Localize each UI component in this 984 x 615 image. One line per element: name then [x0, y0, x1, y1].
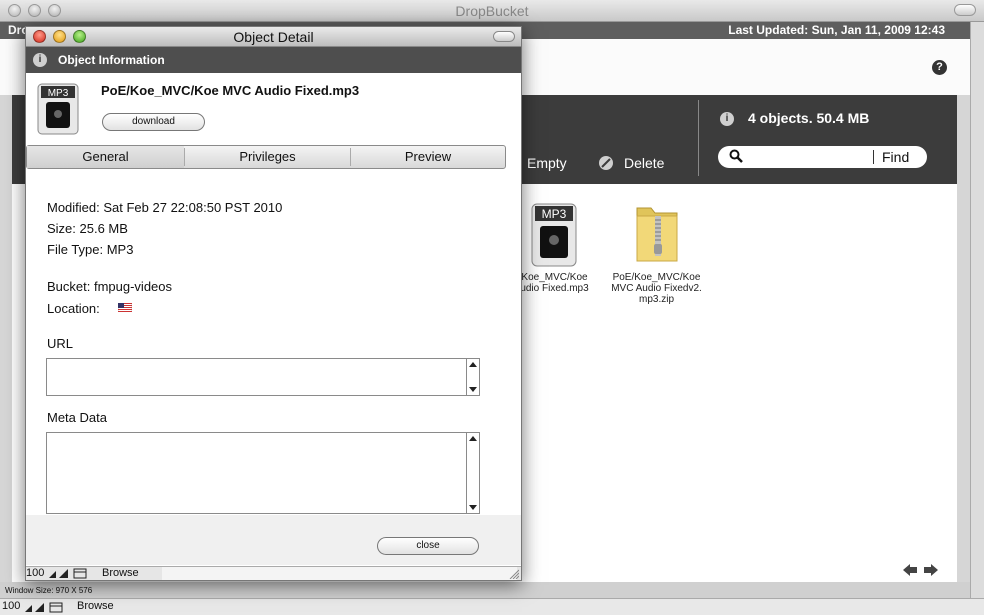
svg-text:MP3: MP3 — [48, 88, 69, 99]
empty-button[interactable]: Empty — [527, 155, 567, 171]
info-icon: i — [33, 53, 47, 67]
bucket-field: Bucket: fmpug-videos — [47, 279, 173, 294]
url-scrollbar[interactable] — [466, 359, 479, 395]
previous-page-icon[interactable] — [902, 563, 918, 577]
main-titlebar: DropBucket — [0, 0, 984, 22]
meta-data-label: Meta Data — [47, 410, 107, 425]
search-box: Find — [718, 146, 927, 168]
main-scrollbar[interactable] — [970, 22, 984, 615]
window-size-label: Window Size: 970 X 576 — [5, 586, 93, 595]
zoom-controls-icon[interactable] — [24, 602, 64, 613]
toolbar-divider — [698, 100, 699, 176]
search-icon — [729, 149, 743, 163]
location-field: Location: — [47, 301, 100, 316]
modified-field: Modified: Sat Feb 27 22:08:50 PST 2010 — [47, 200, 283, 215]
detail-toolbar-toggle[interactable] — [493, 31, 515, 42]
main-statusbar: Window Size: 970 X 576 — [0, 582, 970, 598]
zoom-controls-icon[interactable] — [48, 568, 88, 579]
meta-scrollbar[interactable] — [466, 433, 479, 513]
object-info-title: Object Information — [58, 53, 165, 67]
svg-text:MP3: MP3 — [541, 207, 566, 221]
url-label: URL — [47, 336, 74, 351]
zoom-level[interactable]: 100 — [26, 567, 44, 579]
us-flag-icon — [118, 303, 132, 312]
detail-tabs: General Privileges Preview — [26, 145, 506, 169]
main-toolbar-toggle[interactable] — [954, 4, 976, 16]
zip-file-icon — [636, 207, 677, 262]
delete-icon[interactable] — [598, 155, 614, 171]
detail-titlebar: Object Detail — [26, 27, 521, 47]
close-button[interactable]: close — [377, 537, 479, 555]
mode-label: Browse — [77, 600, 114, 612]
object-count: 4 objects. 50.4 MB — [748, 110, 870, 126]
scroll-down-icon[interactable] — [469, 387, 477, 392]
resize-grip-icon[interactable] — [509, 569, 519, 579]
download-button[interactable]: download — [102, 113, 205, 131]
mp3-file-icon: MP3 — [531, 203, 576, 267]
tab-general[interactable]: General — [27, 146, 184, 168]
mode-label: Browse — [102, 567, 139, 579]
last-updated: Last Updated: Sun, Jan 11, 2009 12:43 — [728, 23, 945, 37]
help-icon[interactable]: ? — [932, 60, 947, 75]
next-page-icon[interactable] — [923, 563, 939, 577]
tab-privileges[interactable]: Privileges — [185, 146, 350, 168]
file-label: PoE/Koe_MVC/Koe MVC Audio Fixedv2. mp3.z… — [611, 272, 702, 305]
meta-data-field[interactable] — [46, 432, 480, 514]
scroll-up-icon[interactable] — [469, 362, 477, 367]
info-icon: i — [720, 112, 734, 126]
scroll-up-icon[interactable] — [469, 436, 477, 441]
size-field: Size: 25.6 MB — [47, 221, 128, 236]
zoom-level[interactable]: 100 — [2, 600, 20, 612]
main-bottombar: 100 Browse — [0, 598, 984, 615]
object-file-name: PoE/Koe_MVC/Koe MVC Audio Fixed.mp3 — [101, 83, 360, 98]
tab-preview[interactable]: Preview — [351, 146, 505, 168]
mp3-file-icon: MP3 — [37, 83, 79, 135]
delete-button[interactable]: Delete — [624, 155, 664, 171]
detail-bottombar: 100 Browse — [26, 566, 521, 580]
object-detail-window: Object Detail i Object Information MP3 P… — [25, 26, 522, 581]
search-input[interactable] — [750, 149, 868, 165]
detail-window-title: Object Detail — [233, 29, 314, 45]
file-type-field: File Type: MP3 — [47, 242, 134, 257]
scroll-down-icon[interactable] — [469, 505, 477, 510]
url-field[interactable] — [46, 358, 480, 396]
find-button[interactable]: Find — [882, 149, 909, 165]
object-info-header: i Object Information — [26, 47, 521, 73]
file-item[interactable]: PoE/Koe_MVC/Koe MVC Audio Fixedv2. mp3.z… — [609, 202, 704, 305]
main-window-title: DropBucket — [455, 3, 529, 19]
search-separator — [873, 150, 874, 164]
detail-status-area — [162, 567, 517, 580]
